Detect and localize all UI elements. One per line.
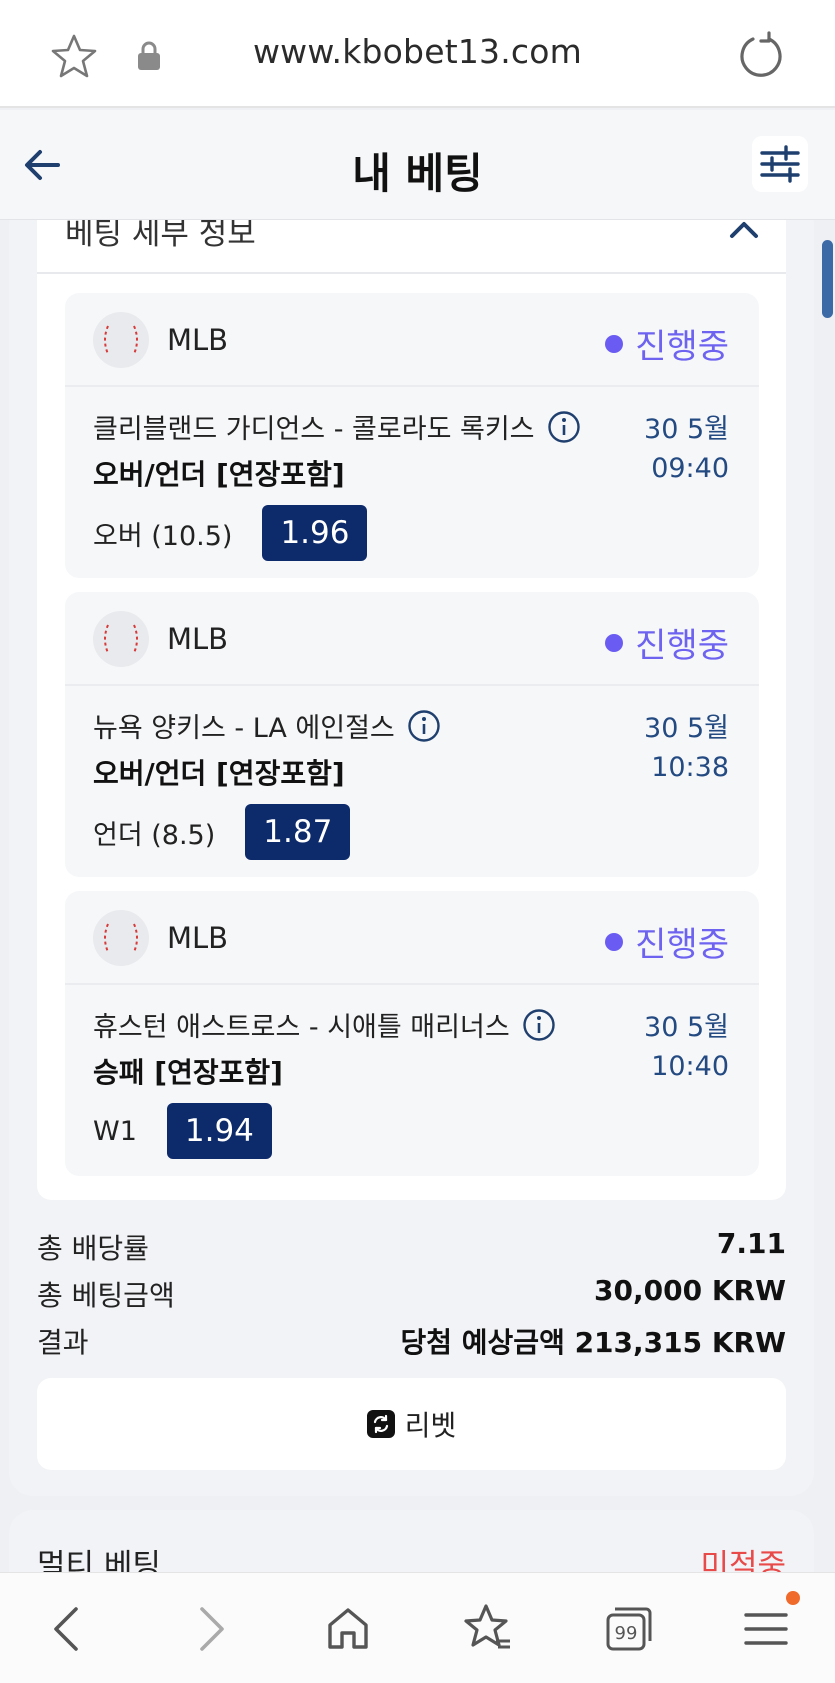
rebet-icon — [366, 1410, 395, 1438]
match-teams: 휴스턴 애스트로스 - 시애틀 매리너스 — [93, 1012, 510, 1043]
bookmarks-icon[interactable] — [458, 1599, 518, 1659]
reload-icon[interactable] — [736, 30, 786, 80]
pick-label: W1 — [93, 1115, 137, 1147]
match-time: 10:40 — [651, 1051, 729, 1082]
league-name: MLB — [167, 323, 229, 357]
odds-badge: 1.87 — [245, 804, 351, 860]
info-icon[interactable] — [522, 1008, 556, 1042]
status-badge: 진행중 — [605, 618, 729, 667]
pick-label: 오버 (10.5) — [93, 520, 233, 552]
odds-badge: 1.94 — [166, 1103, 272, 1159]
bet-card-header: MLB 진행중 — [65, 293, 759, 387]
status-dot — [605, 932, 624, 951]
total-stake-label: 총 베팅금액 — [37, 1279, 175, 1312]
browser-address-bar: www.kbobet13.com — [0, 0, 835, 108]
status-dot — [605, 334, 624, 353]
url-text[interactable]: www.kbobet13.com — [0, 32, 835, 71]
notification-dot — [786, 1591, 800, 1605]
bet-selection-card: MLB 진행중 휴스턴 애스트로스 - 시애틀 매리너스 30 5월 승패 [연… — [65, 891, 759, 1176]
match-time: 09:40 — [651, 453, 729, 484]
market-name: 오버/언더 [연장포함] — [93, 757, 345, 790]
bet-selection-card: MLB 진행중 클리블랜드 가디언스 - 콜로라도 록키스 30 5월 오버/언… — [65, 293, 759, 578]
baseball-icon — [93, 910, 149, 966]
bet-card-header: MLB 진행중 — [65, 891, 759, 985]
odds-badge: 1.96 — [262, 505, 368, 561]
scrollbar[interactable] — [822, 240, 833, 318]
match-name: 클리블랜드 가디언스 - 콜로라도 록키스 — [93, 407, 581, 446]
pick-row: 오버 (10.5) 1.96 — [93, 505, 368, 561]
pick-row: 언더 (8.5) 1.87 — [93, 804, 351, 860]
bet-card-header: MLB 진행중 — [65, 592, 759, 686]
match-teams: 뉴욕 양키스 - LA 에인절스 — [93, 713, 395, 744]
home-icon[interactable] — [318, 1599, 378, 1659]
filter-button[interactable] — [752, 136, 808, 192]
match-teams: 클리블랜드 가디언스 - 콜로라도 록키스 — [93, 414, 535, 445]
status-text: 진행중 — [635, 925, 729, 965]
info-icon[interactable] — [547, 410, 581, 444]
status-dot — [605, 633, 624, 652]
rebet-label: 리벳 — [404, 1409, 457, 1442]
match-date: 30 5월 — [644, 1012, 729, 1043]
match-name: 뉴욕 양키스 - LA 에인절스 — [93, 706, 441, 745]
bet-selection-card: MLB 진행중 뉴욕 양키스 - LA 에인절스 30 5월 오버/언더 [연장… — [65, 592, 759, 877]
tabs-button[interactable]: 99 — [598, 1599, 658, 1659]
total-odds-label: 총 배당률 — [37, 1232, 149, 1265]
market-name: 오버/언더 [연장포함] — [93, 458, 345, 491]
status-badge: 진행중 — [605, 319, 729, 368]
page-header: 내 베팅 — [0, 110, 835, 220]
pick-row: W1 1.94 — [93, 1103, 272, 1159]
baseball-icon — [93, 611, 149, 667]
nav-forward-icon[interactable] — [180, 1599, 240, 1659]
total-odds-value: 7.11 — [716, 1227, 786, 1260]
tabs-count: 99 — [614, 1623, 638, 1644]
league-name: MLB — [167, 921, 229, 955]
match-date: 30 5월 — [644, 414, 729, 445]
menu-icon[interactable] — [736, 1599, 796, 1659]
info-icon[interactable] — [407, 709, 441, 743]
rebet-button[interactable]: 리벳 — [37, 1378, 786, 1470]
match-date: 30 5월 — [644, 713, 729, 744]
result-label: 결과 — [37, 1326, 89, 1359]
market-name: 승패 [연장포함] — [93, 1056, 283, 1089]
filter-icon — [760, 145, 800, 183]
pick-label: 언더 (8.5) — [93, 819, 216, 851]
result-value: 당첨 예상금액 213,315 KRW — [400, 1326, 786, 1359]
page-title: 내 베팅 — [352, 149, 483, 198]
status-text: 진행중 — [635, 626, 729, 666]
baseball-icon — [93, 312, 149, 368]
browser-bottom-nav: 99 — [0, 1572, 835, 1683]
status-text: 진행중 — [635, 327, 729, 367]
nav-back-icon[interactable] — [38, 1599, 98, 1659]
status-badge: 진행중 — [605, 917, 729, 966]
match-name: 휴스턴 애스트로스 - 시애틀 매리너스 — [93, 1005, 556, 1044]
match-time: 10:38 — [651, 752, 729, 783]
league-name: MLB — [167, 622, 229, 656]
total-stake-value: 30,000 KRW — [594, 1274, 786, 1307]
